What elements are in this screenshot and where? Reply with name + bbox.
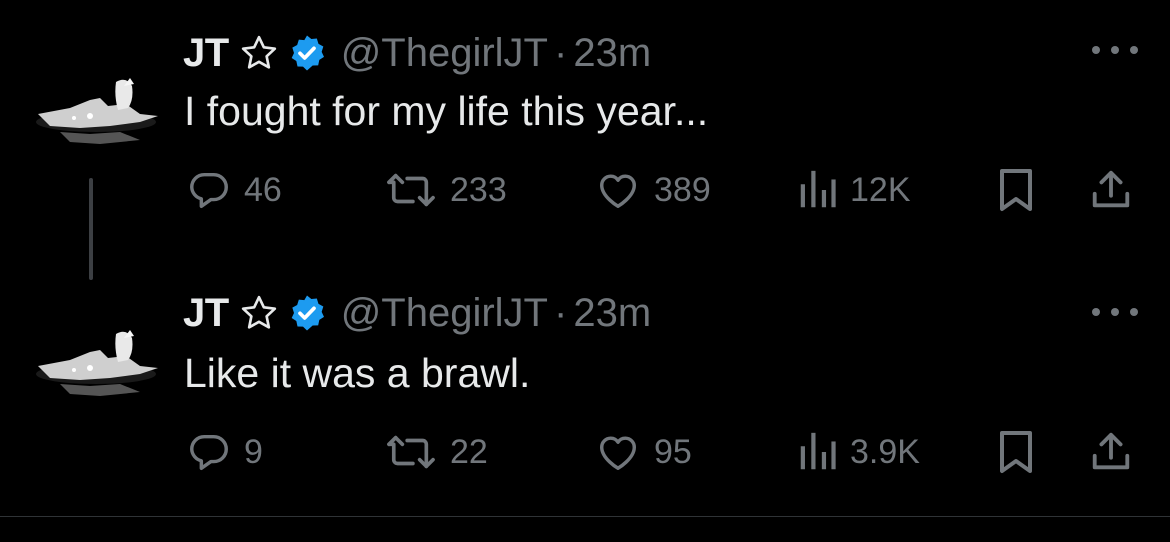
display-name[interactable]: JT (183, 291, 229, 336)
star-outline-icon (239, 33, 279, 73)
bookmark-icon (996, 166, 1036, 214)
verified-badge-icon (287, 33, 327, 73)
like-button[interactable]: 95 (594, 428, 692, 476)
star-outline-icon (239, 293, 279, 333)
separator-dot: · (554, 30, 568, 75)
share-button[interactable] (1088, 428, 1134, 476)
bookmark-button[interactable] (996, 428, 1036, 476)
avatar[interactable] (30, 70, 162, 156)
views-icon (798, 167, 838, 213)
like-button[interactable]: 389 (594, 166, 711, 214)
reply-button[interactable]: 9 (186, 428, 263, 476)
bookmark-button[interactable] (996, 166, 1036, 214)
heart-icon (594, 167, 642, 213)
share-icon (1088, 428, 1134, 476)
handle[interactable]: @ThegirlJT (341, 31, 548, 76)
tweet-text: I fought for my life this year... (184, 88, 709, 134)
heart-icon (594, 429, 642, 475)
avatar[interactable] (30, 322, 162, 408)
reply-button[interactable]: 46 (186, 166, 282, 214)
tweet-actions: 9 22 95 3.9K (0, 428, 1170, 476)
like-count: 389 (654, 170, 711, 209)
views-button[interactable]: 3.9K (798, 428, 920, 476)
like-count: 95 (654, 432, 692, 471)
divider (0, 516, 1170, 517)
tweet-header: JT @ThegirlJT · 23m (183, 288, 651, 338)
views-count: 12K (850, 170, 911, 209)
views-button[interactable]: 12K (798, 166, 911, 214)
thread-connector-line (89, 178, 93, 280)
share-icon (1088, 166, 1134, 214)
reply-count: 46 (244, 170, 282, 209)
tweet-actions: 46 233 389 12K (0, 166, 1170, 214)
retweet-button[interactable]: 22 (384, 428, 488, 476)
verified-badge-icon (287, 293, 327, 333)
separator-dot: · (554, 290, 568, 335)
retweet-icon (384, 429, 438, 475)
display-name[interactable]: JT (183, 31, 229, 76)
share-button[interactable] (1088, 166, 1134, 214)
more-horizontal-icon[interactable] (1092, 40, 1138, 60)
timestamp[interactable]: 23m (573, 291, 651, 336)
retweet-count: 233 (450, 170, 507, 209)
bookmark-icon (996, 428, 1036, 476)
views-icon (798, 429, 838, 475)
tweet-text: Like it was a brawl. (184, 350, 531, 396)
reply-icon (186, 167, 232, 213)
retweet-button[interactable]: 233 (384, 166, 507, 214)
reply-count: 9 (244, 432, 263, 471)
retweet-icon (384, 167, 438, 213)
views-count: 3.9K (850, 432, 920, 471)
reply-icon (186, 429, 232, 475)
tweet-header: JT @ThegirlJT · 23m (183, 28, 651, 78)
more-horizontal-icon[interactable] (1092, 302, 1138, 322)
retweet-count: 22 (450, 432, 488, 471)
handle[interactable]: @ThegirlJT (341, 291, 548, 336)
timestamp[interactable]: 23m (573, 31, 651, 76)
